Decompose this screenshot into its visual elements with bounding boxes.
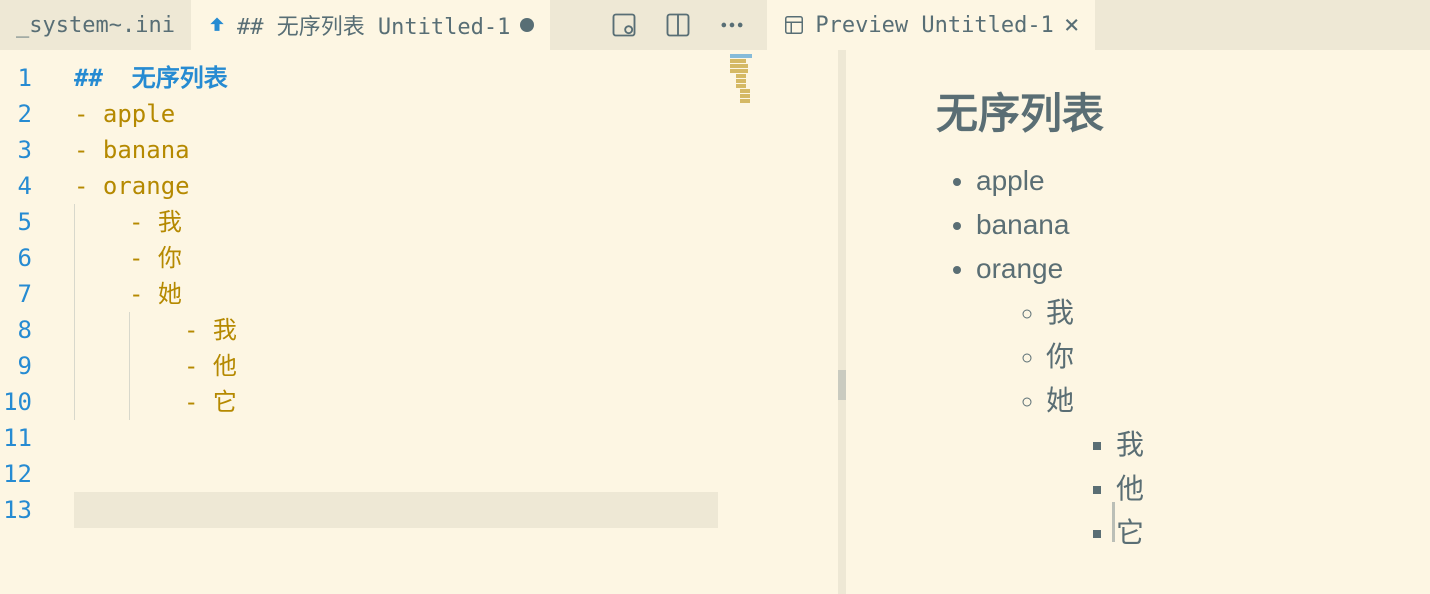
code-line[interactable]: - 她 [60,276,838,312]
code-line[interactable]: - 你 [60,240,838,276]
list-item: 我 [1046,291,1350,335]
line-number: 5 [0,204,60,240]
code-line[interactable]: - 它 [60,384,838,420]
code-line[interactable]: - orange [60,168,838,204]
code-line[interactable]: ## 无序列表 [60,60,838,96]
list-item: 我 [1116,423,1350,467]
line-number: 12 [0,456,60,492]
preview-caret [1112,502,1115,542]
preview-list: applebananaorange我你她我他它 [936,159,1350,555]
line-number: 13 [0,492,60,528]
nested-list: 我他它 [1046,423,1350,555]
line-number: 8 [0,312,60,348]
code-line[interactable]: - 我 [60,312,838,348]
list-item: 他 [1116,467,1350,511]
preview-heading: 无序列表 [936,80,1350,141]
line-number: 7 [0,276,60,312]
line-number: 6 [0,240,60,276]
preview-pane[interactable]: 无序列表 applebananaorange我你她我他它 [846,50,1430,594]
code-line[interactable]: - 我 [60,204,838,240]
tabs-filler [1095,0,1430,50]
line-number: 11 [0,420,60,456]
dirty-indicator-icon [520,18,534,32]
editor-actions [590,0,766,50]
close-icon[interactable]: × [1064,12,1080,38]
tab-system-ini[interactable]: _system~.ini [0,0,191,50]
tab-preview-untitled[interactable]: Preview Untitled-1 × [766,0,1095,50]
tab-label: _system~.ini [16,13,175,38]
minimap[interactable] [730,54,770,114]
tab-label: Preview Untitled-1 [815,13,1053,38]
markdown-file-icon [207,15,227,35]
list-item: orange我你她我他它 [976,247,1350,555]
tab-spacer [550,0,590,50]
tab-label: ## 无序列表 Untitled-1 [237,9,510,41]
more-actions-icon[interactable] [718,11,746,39]
list-item: 它 [1116,511,1350,555]
list-item: banana [976,203,1350,247]
tabs-bar: _system~.ini ## 无序列表 Untitled-1 Preview … [0,0,1430,50]
line-number: 1 [0,60,60,96]
split-editor-icon[interactable] [664,11,692,39]
open-changes-icon[interactable] [610,11,638,39]
line-number-gutter: 12345678910111213 [0,50,60,594]
code-line[interactable]: - apple [60,96,838,132]
line-number: 10 [0,384,60,420]
pane-divider[interactable] [838,50,846,594]
line-number: 9 [0,348,60,384]
line-number: 2 [0,96,60,132]
list-item: apple [976,159,1350,203]
preview-icon [783,14,805,36]
code-line[interactable]: - banana [60,132,838,168]
tab-editor-untitled[interactable]: ## 无序列表 Untitled-1 [191,0,550,50]
list-item: 你 [1046,335,1350,379]
line-number: 3 [0,132,60,168]
code-body[interactable]: ## 无序列表- apple- banana- orange- 我- 你- 她-… [60,50,838,594]
list-item: 她我他它 [1046,379,1350,555]
line-number: 4 [0,168,60,204]
nested-list: 我你她我他它 [976,291,1350,555]
content-area: 12345678910111213 ## 无序列表- apple- banana… [0,50,1430,594]
editor-pane[interactable]: 12345678910111213 ## 无序列表- apple- banana… [0,50,838,594]
code-line[interactable]: - 他 [60,348,838,384]
